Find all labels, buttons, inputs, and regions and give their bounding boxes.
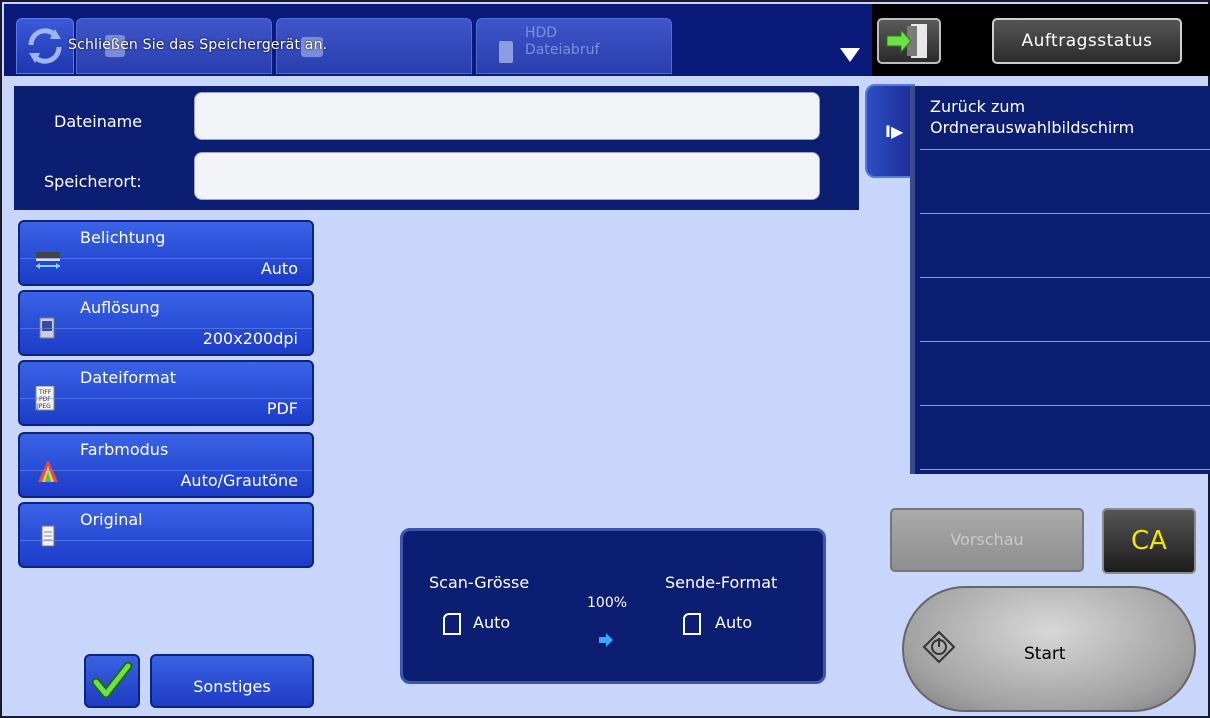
filename-field[interactable]	[194, 92, 820, 140]
color-mode-button[interactable]: Farbmodus Auto/Grautöne	[18, 432, 314, 498]
ratio-value: 100%	[587, 595, 628, 611]
job-status-button[interactable]: Auftragsstatus	[992, 18, 1182, 64]
other-settings-button[interactable]: Sonstiges	[150, 654, 314, 708]
tab-hdd-file-retrieve[interactable]: HDD Dateiabruf	[476, 18, 672, 74]
filename-label: Dateiname	[54, 112, 143, 131]
scan-size-value: Auto	[473, 613, 511, 632]
color-mode-label: Farbmodus	[80, 440, 169, 459]
exposure-button[interactable]: Belichtung Auto	[18, 220, 314, 286]
start-label: Start	[1024, 644, 1066, 664]
preview-button[interactable]: Vorschau	[890, 508, 1084, 572]
file-format-label: Dateiformat	[80, 368, 177, 387]
logout-button[interactable]	[877, 18, 941, 64]
svg-text:JPEG: JPEG	[36, 403, 51, 410]
file-format-value: PDF	[266, 399, 298, 418]
color-mode-value: Auto/Grautöne	[180, 471, 298, 490]
original-icon	[41, 525, 55, 547]
side-panel-toggle[interactable]: I▶	[865, 84, 915, 178]
color-mode-icon	[38, 460, 58, 482]
exposure-icon	[36, 252, 60, 269]
confirm-button[interactable]	[84, 654, 140, 708]
page-icon	[683, 613, 701, 635]
list-item-back-to-folder-select[interactable]: Zurück zum Ordnerauswahlbildschirm	[920, 86, 1210, 150]
send-format-label: Sende-Format	[665, 573, 778, 592]
mode-switch-tab[interactable]	[16, 18, 74, 74]
exposure-label: Belichtung	[80, 228, 166, 247]
mode-switch-icon	[28, 28, 62, 64]
arrow-right-icon	[599, 633, 613, 647]
file-format-button[interactable]: TIFF PDF JPEG Dateiformat PDF	[18, 360, 314, 426]
scan-size-label: Scan-Grösse	[429, 573, 530, 592]
resolution-label: Auflösung	[80, 298, 160, 317]
list-item[interactable]	[920, 278, 1210, 342]
send-format-value: Auto	[715, 613, 753, 632]
start-button[interactable]: Start	[902, 586, 1196, 712]
list-item[interactable]	[920, 342, 1210, 406]
resolution-value: 200x200dpi	[202, 329, 298, 348]
scan-size-panel[interactable]: Scan-Grösse Auto 100% Sende-Format Auto	[400, 528, 826, 684]
original-button[interactable]: Original	[18, 502, 314, 568]
original-label: Original	[80, 510, 143, 529]
play-icon: I▶	[885, 122, 904, 141]
file-info-panel: Dateiname Speicherort:	[14, 86, 859, 210]
status-message: Schließen Sie das Speichergerät an.	[68, 37, 328, 53]
screen-frame: HDD Dateiabruf Schließen Sie das Speiche…	[0, 0, 1210, 718]
page-icon	[443, 613, 461, 635]
file-format-icon: TIFF PDF JPEG	[35, 386, 55, 411]
divider	[20, 540, 312, 541]
destination-list: Zurück zum Ordnerauswahlbildschirm	[910, 86, 1210, 474]
start-diamond-icon	[922, 630, 956, 664]
checkmark-icon	[91, 661, 133, 699]
list-item[interactable]	[920, 214, 1210, 278]
resolution-icon	[39, 317, 55, 339]
list-item[interactable]	[920, 406, 1210, 470]
top-bar: HDD Dateiabruf Schließen Sie das Speiche…	[4, 4, 872, 76]
resolution-button[interactable]: Auflösung 200x200dpi	[18, 290, 314, 356]
exit-door-icon	[886, 24, 927, 58]
svg-text:TIFF: TIFF	[38, 389, 52, 396]
tab-hdd-label: HDD Dateiabruf	[525, 25, 600, 58]
list-item[interactable]	[920, 150, 1210, 214]
clear-all-button[interactable]: CA	[1102, 508, 1196, 574]
exposure-value: Auto	[260, 259, 298, 278]
hdd-file-icon	[499, 41, 513, 63]
location-field[interactable]	[194, 152, 820, 200]
chevron-down-icon[interactable]	[840, 48, 860, 62]
location-label: Speicherort:	[44, 172, 142, 191]
